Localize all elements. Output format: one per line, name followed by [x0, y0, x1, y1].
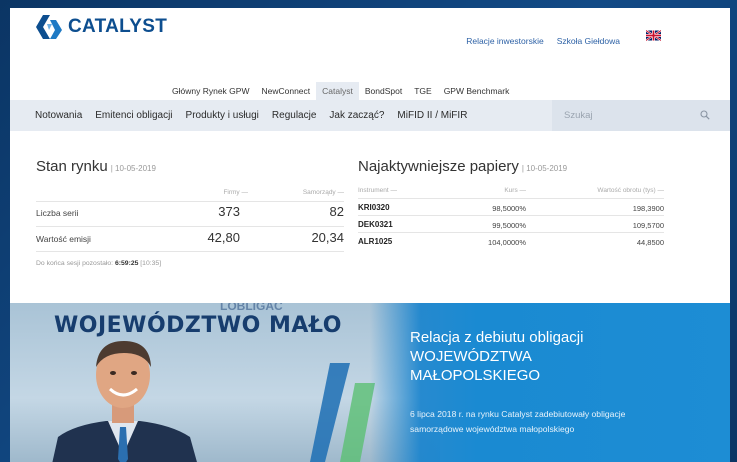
- instrument-price: 99,5000%: [492, 221, 526, 230]
- market-tge[interactable]: TGE: [408, 82, 437, 100]
- search-icon[interactable]: [700, 110, 710, 120]
- search-input[interactable]: [564, 110, 684, 121]
- catalyst-logo-icon: [36, 15, 62, 39]
- instrument-code[interactable]: DEK0321: [358, 220, 393, 229]
- top-links: Relacje inwestorskie Szkoła Giełdowa: [466, 36, 620, 46]
- nav-regulations[interactable]: Regulacje: [272, 110, 316, 121]
- person-photo: [52, 341, 197, 462]
- search-box: [552, 100, 730, 131]
- row-divider: [358, 232, 664, 233]
- row-divider: [36, 226, 344, 227]
- row-divider: [36, 201, 344, 202]
- market-state-value-local: 20,34: [311, 230, 344, 245]
- instrument-price: 104,0000%: [488, 238, 526, 247]
- col-header-instrument: Instrument —: [358, 187, 398, 194]
- market-switcher: Główny Rynek GPW NewConnect Catalyst Bon…: [166, 82, 515, 100]
- banner-sign-top: LOBLIGAC: [220, 303, 283, 313]
- page: CATALYST Relacje inwestorskie Szkoła Gie…: [10, 8, 730, 462]
- instrument-price: 98,5000%: [492, 204, 526, 213]
- uk-flag-icon[interactable]: [646, 30, 661, 41]
- catalyst-logo[interactable]: CATALYST: [34, 12, 167, 42]
- nav-quotes[interactable]: Notowania: [35, 110, 82, 121]
- market-state-series-firms: 373: [218, 204, 240, 219]
- market-gpw-benchmark[interactable]: GPW Benchmark: [438, 82, 516, 100]
- nav-mifid[interactable]: MiFID II / MiFIR: [397, 110, 467, 121]
- session-clock: [10:35]: [140, 260, 162, 267]
- link-stock-school[interactable]: Szkoła Giełdowa: [557, 36, 620, 46]
- market-state-value-firms: 42,80: [207, 230, 240, 245]
- nav-bond-issuers[interactable]: Emitenci obligacji: [95, 110, 172, 121]
- row-divider: [358, 198, 664, 199]
- main-nav: Notowania Emitenci obligacji Produkty i …: [10, 100, 730, 131]
- col-header-volume: Wartość obrotu (tys) —: [597, 187, 664, 194]
- nav-how-to-start[interactable]: Jak zacząć?: [329, 110, 384, 121]
- market-state-date: | 10-05-2019: [110, 164, 156, 173]
- market-state-row-label: Wartość emisji: [36, 234, 91, 244]
- banner-text: 6 lipca 2018 r. na rynku Catalyst zadebi…: [410, 409, 626, 435]
- market-state-series-local: 82: [329, 204, 344, 219]
- col-header-local: Samorządy —: [302, 189, 344, 196]
- session-countdown: Do końca sesji pozostało: 6:59:25 [10:35…: [36, 260, 162, 267]
- market-catalyst[interactable]: Catalyst: [316, 82, 359, 100]
- banner-title[interactable]: Relacja z debiutu obligacji WOJEWÓDZTWA …: [410, 328, 710, 386]
- session-time: 6:59:25: [114, 260, 139, 267]
- instrument-code[interactable]: ALR1025: [358, 237, 392, 246]
- active-papers-date: | 10-05-2019: [521, 164, 568, 173]
- col-header-firms: Firmy —: [223, 189, 248, 196]
- market-bondspot[interactable]: BondSpot: [359, 82, 408, 100]
- instrument-code[interactable]: KRI0320: [358, 203, 390, 212]
- link-investor-relations[interactable]: Relacje inwestorskie: [466, 36, 543, 46]
- row-divider: [36, 251, 344, 252]
- market-gpw-main[interactable]: Główny Rynek GPW: [166, 82, 255, 100]
- col-header-price: Kurs —: [504, 187, 526, 194]
- instrument-volume: 44,8500: [636, 238, 664, 247]
- nav-products-services[interactable]: Produkty i usługi: [186, 110, 259, 121]
- instrument-volume: 109,5700: [632, 221, 664, 230]
- market-state-row-label: Liczba serii: [36, 208, 79, 218]
- row-divider: [358, 215, 664, 216]
- market-state-title: Stan rynku | 10-05-2019: [36, 158, 156, 175]
- active-papers-title: Najaktywniejsze papiery | 10-05-2019: [358, 158, 568, 175]
- instrument-volume: 198,3900: [632, 204, 664, 213]
- news-banner[interactable]: LOBLIGAC WOJEWÓDZTWO MAŁO Relacja z debi…: [10, 303, 730, 462]
- market-newconnect[interactable]: NewConnect: [255, 82, 316, 100]
- logo-text: CATALYST: [68, 16, 168, 37]
